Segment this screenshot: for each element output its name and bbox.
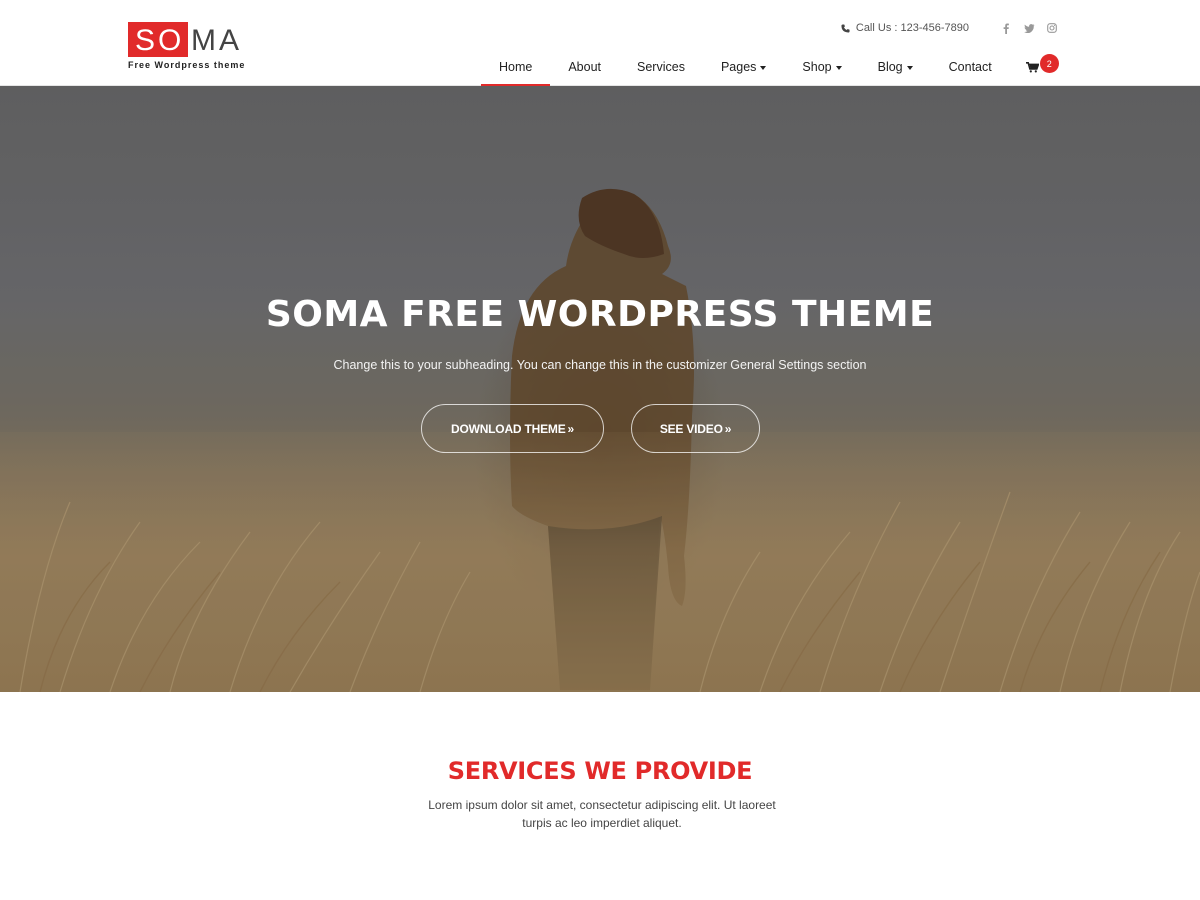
double-chevron-right-icon: » xyxy=(567,421,575,436)
top-bar: Call Us : 123-456-7890 xyxy=(841,19,1060,37)
download-theme-label: DOWNLOAD THEME xyxy=(450,421,566,436)
caret-down-icon xyxy=(835,66,842,70)
nav-home[interactable]: Home xyxy=(481,47,551,86)
services-title: SERVICES WE PROVIDE xyxy=(447,757,753,785)
instagram-icon[interactable] xyxy=(1044,20,1060,36)
phone-contact[interactable]: Call Us : 123-456-7890 xyxy=(841,22,969,34)
hero-overlay xyxy=(0,86,1200,692)
logo-tagline: Free Wordpress theme xyxy=(128,60,246,70)
nav-services-label: Services xyxy=(637,60,685,74)
services-description: Lorem ipsum dolor sit amet, consectetur … xyxy=(428,798,776,830)
double-chevron-right-icon: » xyxy=(724,421,732,436)
nav-about[interactable]: About xyxy=(550,47,619,86)
see-video-label: SEE VIDEO xyxy=(659,421,723,436)
nav-shop[interactable]: Shop xyxy=(784,47,859,86)
site-header: SO MA Free Wordpress theme Call Us : 123… xyxy=(0,0,1200,86)
main-nav: Home About Services Pages Shop Blog Cont… xyxy=(481,47,1059,86)
social-links xyxy=(991,20,1060,36)
nav-pages[interactable]: Pages xyxy=(703,47,784,86)
download-theme-button[interactable]: DOWNLOAD THEME » xyxy=(421,404,604,453)
logo-text: MA xyxy=(191,24,242,57)
nav-home-label: Home xyxy=(499,60,533,74)
hero-title: SOMA FREE WORDPRESS THEME xyxy=(265,294,935,335)
nav-blog[interactable]: Blog xyxy=(860,47,931,86)
shopping-cart-icon xyxy=(1025,62,1039,73)
nav-contact[interactable]: Contact xyxy=(931,47,1010,86)
nav-about-label: About xyxy=(568,60,602,74)
phone-icon xyxy=(841,23,850,33)
nav-blog-label: Blog xyxy=(877,60,903,74)
phone-text: Call Us : 123-456-7890 xyxy=(855,22,969,34)
logo-text-red: SO xyxy=(135,24,185,57)
nav-contact-label: Contact xyxy=(948,60,992,74)
see-video-button[interactable]: SEE VIDEO » xyxy=(631,404,760,453)
cart-button[interactable]: 2 xyxy=(1010,47,1059,86)
nav-shop-label: Shop xyxy=(802,60,832,74)
caret-down-icon xyxy=(906,66,913,70)
hero-subtitle: Change this to your subheading. You can … xyxy=(333,358,867,372)
caret-down-icon xyxy=(760,66,767,70)
twitter-icon[interactable] xyxy=(1021,20,1037,36)
nav-services[interactable]: Services xyxy=(619,47,703,86)
nav-pages-label: Pages xyxy=(720,60,757,74)
hero-section: SOMA FREE WORDPRESS THEME Change this to… xyxy=(0,86,1200,692)
site-logo[interactable]: SO MA Free Wordpress theme xyxy=(128,22,258,72)
cart-count-badge: 2 xyxy=(1039,54,1059,73)
facebook-icon[interactable] xyxy=(998,20,1014,36)
